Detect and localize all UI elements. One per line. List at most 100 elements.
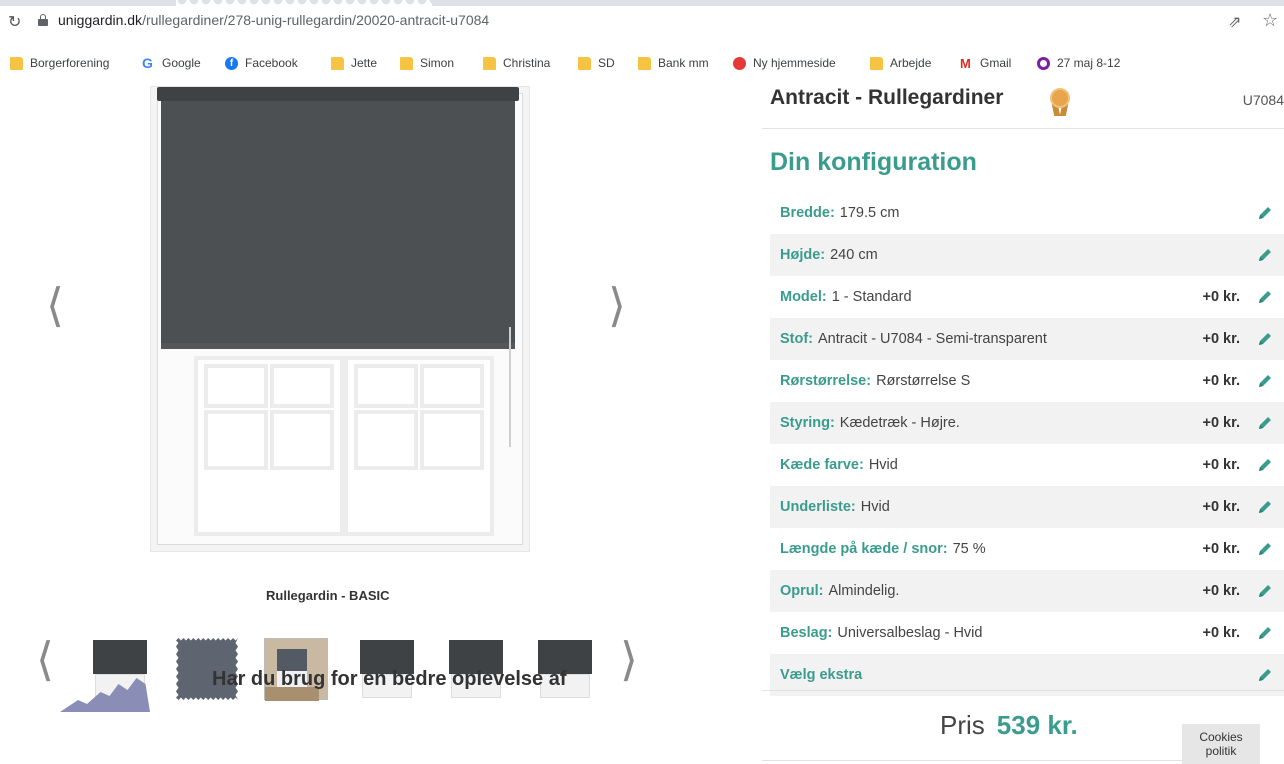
product-main-image[interactable] [150,86,530,552]
config-row[interactable]: Rørstørrelse: Rørstørrelse S +0 kr. [770,360,1284,402]
bookmark-simon[interactable]: Simon [400,54,454,72]
config-row[interactable]: Stof: Antracit - U7084 - Semi-transparent… [770,318,1284,360]
config-row-price: +0 kr. [1202,541,1241,557]
roller-blind-bottom-rail [161,343,515,349]
facebook-icon: f [225,56,238,70]
bookmark-gmail[interactable]: M Gmail [960,54,1011,72]
lock-icon[interactable] [38,14,48,26]
browser-address-bar: ↻ uniggardin.dk/rullegardiner/278-unig-r… [0,0,1284,44]
config-row-value: Almindelig. [828,583,900,599]
config-row[interactable]: Bredde: 179.5 cm [770,192,1284,234]
bookmark-facebook[interactable]: f Facebook [225,54,298,72]
product-sku: U7084 [1242,92,1284,108]
config-row-label: Kæde farve: [780,457,864,473]
edit-pencil-icon[interactable] [1256,624,1274,642]
config-row-value: Antracit - U7084 - Semi-transparent [818,331,1047,347]
bookmark-jette[interactable]: Jette [331,54,377,72]
edit-pencil-icon[interactable] [1256,330,1274,348]
bookmark-google[interactable]: G Google [142,54,201,72]
config-row[interactable]: Højde: 240 cm [770,234,1284,276]
edit-pencil-icon[interactable] [1256,582,1274,600]
config-row[interactable]: Længde på kæde / snor: 75 % +0 kr. [770,528,1284,570]
thumbnails-next-arrow[interactable]: ⟩ [620,632,638,686]
config-row-price: +0 kr. [1202,373,1241,389]
config-row-value: 1 - Standard [831,289,912,305]
bookmark-christina[interactable]: Christina [483,54,550,72]
config-row-label: Underliste: [780,499,856,515]
star-icon[interactable]: ☆ [1262,10,1278,31]
edit-pencil-icon[interactable] [1256,456,1274,474]
config-list: Bredde: 179.5 cm Højde: 240 cm Model: 1 - Sta… [770,192,1284,696]
roller-blind-cassette [157,87,519,101]
config-row[interactable]: Styring: Kædetræk - Højre. +0 kr. [770,402,1284,444]
edit-pencil-icon[interactable] [1256,666,1274,684]
config-row-price: +0 kr. [1202,499,1241,515]
edit-pencil-icon[interactable] [1256,498,1274,516]
active-tab-edge [176,0,432,6]
medal-icon [1050,88,1072,116]
price-label: Pris [940,710,985,740]
config-row-value: 179.5 cm [839,205,900,221]
config-row-label: Længde på kæde / snor: [780,541,948,557]
edit-pencil-icon[interactable] [1256,246,1274,264]
config-row-value: Hvid [868,457,898,473]
config-row-value: Rørstørrelse S [876,373,971,389]
config-row[interactable]: Underliste: Hvid +0 kr. [770,486,1284,528]
bookmark-borgerforening[interactable]: Borgerforening [10,54,109,72]
bookmark-bank[interactable]: Bank mm [638,54,709,72]
config-row-price: +0 kr. [1202,583,1241,599]
bookmark-27-maj[interactable]: 27 maj 8-12 [1037,54,1120,72]
google-icon: G [142,55,153,71]
gallery-prev-arrow[interactable]: ⟨ [46,278,64,332]
bookmark-arbejde[interactable]: Arbejde [870,54,931,72]
config-row-value: Hvid [860,499,890,515]
gmail-icon: M [960,55,971,71]
reload-icon[interactable]: ↻ [8,12,21,31]
config-row-price: +0 kr. [1202,331,1241,347]
bookmark-ny-hjemmeside[interactable]: Ny hjemmeside [733,54,836,72]
configuration-panel: Antracit - Rullegardiner U7084 Din konfi… [762,78,1284,764]
cookies-policy-button[interactable]: Cookies politik [1182,724,1260,764]
config-row-label: Bredde: [780,205,835,221]
folder-icon [10,56,23,70]
roller-blind-fabric [161,99,515,345]
config-row-price: +0 kr. [1202,289,1241,305]
tab-strip-edge [0,0,1284,6]
share-icon[interactable]: ⇗ [1228,12,1241,31]
config-row-label: Højde: [780,247,826,263]
bookmark-label: 27 maj 8-12 [1057,56,1121,70]
edit-pencil-icon[interactable] [1256,540,1274,558]
url-field[interactable]: uniggardin.dk/rullegardiner/278-unig-rul… [58,12,489,28]
config-row[interactable]: Beslag: Universalbeslag - Hvid +0 kr. [770,612,1284,654]
edit-pencil-icon[interactable] [1256,288,1274,306]
bookmark-label: SD [598,56,615,70]
folder-icon [331,56,344,70]
product-caption: Rullegardin - BASIC [266,588,390,603]
bookmark-sd[interactable]: SD [578,54,615,72]
divider [762,128,1284,129]
price-amount: 539 kr. [996,710,1078,740]
config-row[interactable]: Model: 1 - Standard +0 kr. [770,276,1284,318]
config-row-label: Oprul: [780,583,824,599]
config-row-price: +0 kr. [1202,457,1241,473]
window-panes [194,356,494,536]
config-row-label: Vælg ekstra [780,667,863,683]
edit-pencil-icon[interactable] [1256,414,1274,432]
product-gallery: ⟨ ⟩ Rullegardin - BASIC ⟨ ⟩ [0,78,762,764]
promo-heading: Har du brug for en bedre oplevelse af [212,668,567,690]
config-row[interactable]: Oprul: Almindelig. +0 kr. [770,570,1284,612]
thumbnails-prev-arrow[interactable]: ⟨ [36,632,54,686]
edit-pencil-icon[interactable] [1256,372,1274,390]
bookmark-label: Arbejde [890,56,932,70]
config-row-value: Universalbeslag - Hvid [837,625,983,641]
divider [762,690,1284,691]
product-title: Antracit - Rullegardiner [770,86,1004,109]
calendar-icon [1037,56,1050,70]
edit-pencil-icon[interactable] [1256,204,1274,222]
bookmark-label: Facebook [245,56,298,70]
cookies-label: politik [1205,744,1237,758]
config-row-price: +0 kr. [1202,625,1241,641]
bookmark-label: Jette [351,56,378,70]
config-row[interactable]: Kæde farve: Hvid +0 kr. [770,444,1284,486]
gallery-next-arrow[interactable]: ⟩ [608,278,626,332]
